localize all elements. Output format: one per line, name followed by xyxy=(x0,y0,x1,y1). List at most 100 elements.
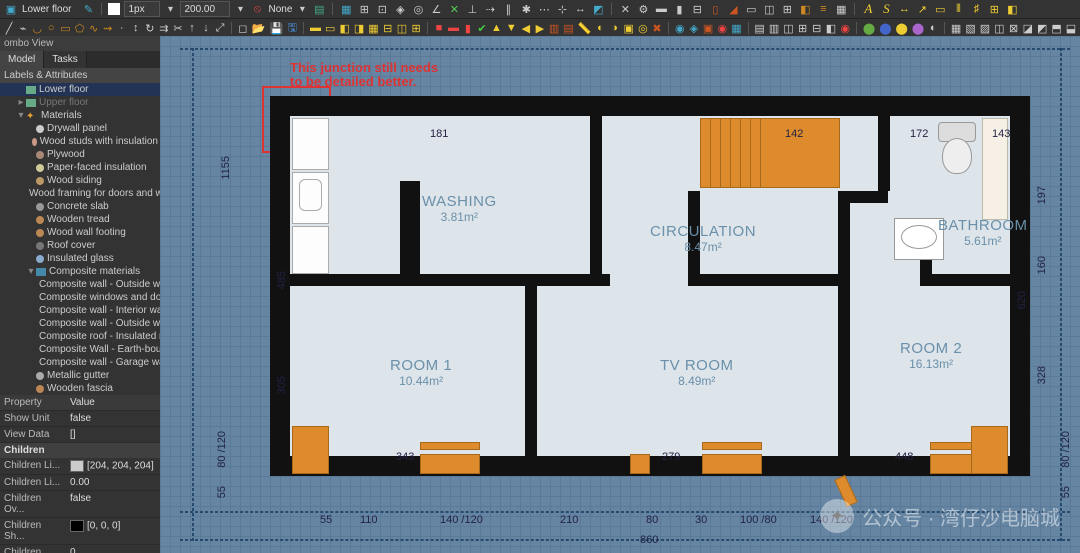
tree-item[interactable]: Composite wall - Outside wall xyxy=(0,317,160,330)
btn-icon[interactable]: ▶ xyxy=(535,21,545,35)
snap-spec-icon[interactable]: ✱ xyxy=(519,2,533,16)
btn-icon[interactable]: ◫ xyxy=(397,21,407,35)
upgrade-icon[interactable]: ↑ xyxy=(187,21,197,35)
fill-swatch[interactable] xyxy=(108,3,120,15)
tree-item[interactable]: Wood studs with insulation xyxy=(0,135,160,148)
label-icon[interactable]: ▭ xyxy=(933,2,947,16)
btn-icon[interactable]: ◫ xyxy=(783,21,793,35)
edit-icon[interactable]: ✎ xyxy=(81,2,95,16)
leader-icon[interactable]: ↗ xyxy=(915,2,929,16)
bspline-icon[interactable]: ∿ xyxy=(89,21,99,35)
snap-ext-icon[interactable]: ⇢ xyxy=(483,2,497,16)
chart-icon[interactable]: ▥ xyxy=(549,21,559,35)
line-icon[interactable]: ╱ xyxy=(4,21,14,35)
btn-icon[interactable]: ▬ xyxy=(448,21,459,35)
btn-icon[interactable]: ▧ xyxy=(965,21,975,35)
btn-icon[interactable]: ⬒ xyxy=(1051,21,1061,35)
downgrade-icon[interactable]: ↓ xyxy=(201,21,211,35)
panel-icon[interactable]: ◫ xyxy=(762,2,776,16)
tree-item[interactable]: ▾Composite materials xyxy=(0,265,160,278)
snap-perp-icon[interactable]: ⊥ xyxy=(465,2,479,16)
btn-icon[interactable]: ▼ xyxy=(506,21,517,35)
btn-icon[interactable]: ▣ xyxy=(703,21,713,35)
tree-item[interactable]: Plywood xyxy=(0,148,160,161)
btn-icon[interactable]: ✔ xyxy=(477,21,487,35)
btn-icon[interactable]: ▤ xyxy=(754,21,764,35)
btn-icon[interactable]: ▦ xyxy=(368,21,378,35)
btn-icon[interactable]: ◉ xyxy=(675,21,685,35)
tree-item[interactable]: Composite wall - Interior wall xyxy=(0,304,160,317)
tab-model[interactable]: Model xyxy=(0,51,44,68)
btn-icon[interactable]: ▮ xyxy=(463,21,473,35)
tree-item[interactable]: Metallic gutter xyxy=(0,369,160,382)
roof-icon[interactable]: ◢ xyxy=(726,2,740,16)
grid-icon[interactable]: ▦ xyxy=(339,2,353,16)
property-row[interactable]: View Data[] xyxy=(0,427,160,443)
btn-icon[interactable]: ⊞ xyxy=(411,21,421,35)
btn-icon[interactable]: ⬓ xyxy=(1066,21,1076,35)
axis-icon[interactable]: ♯ xyxy=(969,2,983,16)
rotate-icon[interactable]: ↻ xyxy=(145,21,155,35)
tree-item[interactable]: ▸Upper floor xyxy=(0,96,160,109)
snap-center-icon[interactable]: ◎ xyxy=(411,2,425,16)
section-icon[interactable]: ◧ xyxy=(1005,2,1019,16)
move-icon[interactable]: ↕ xyxy=(131,21,141,35)
frame-icon[interactable]: ⊞ xyxy=(780,2,794,16)
property-row[interactable]: Children Li...0.00 xyxy=(0,475,160,491)
tree-item[interactable]: Roof cover xyxy=(0,239,160,252)
snap-ortho-icon[interactable]: ⊹ xyxy=(555,2,569,16)
poly-icon[interactable]: ⬠ xyxy=(75,21,85,35)
equip-icon[interactable]: ▦ xyxy=(834,2,848,16)
btn-icon[interactable]: ⊠ xyxy=(1009,21,1019,35)
btn-icon[interactable]: ▣ xyxy=(624,21,634,35)
tree-item[interactable]: Drywall panel xyxy=(0,122,160,135)
btn-icon[interactable]: ◑ xyxy=(609,21,619,35)
btn-icon[interactable]: ◪ xyxy=(1023,21,1033,35)
btn-icon[interactable]: ⬤ xyxy=(863,21,875,35)
tree-item[interactable]: ▾✦Materials xyxy=(0,109,160,122)
btn-icon[interactable]: ▨ xyxy=(980,21,990,35)
spin-icon[interactable]: ▾ xyxy=(164,3,176,15)
btn-icon[interactable]: ◨ xyxy=(354,21,364,35)
tree-item[interactable]: Wooden tread xyxy=(0,213,160,226)
circle-icon[interactable]: ○ xyxy=(46,21,56,35)
btn-icon[interactable]: ✖ xyxy=(652,21,662,35)
snap-wp-icon[interactable]: ◩ xyxy=(591,2,605,16)
btn-icon[interactable]: ▥ xyxy=(769,21,779,35)
tree-item[interactable]: Composite roof - Insulated roo xyxy=(0,330,160,343)
btn-icon[interactable]: ▲ xyxy=(491,21,502,35)
btn-icon[interactable]: ▬ xyxy=(310,21,321,35)
drawing-canvas[interactable]: This junction still needsto be detailed … xyxy=(160,36,1080,553)
wrench-icon[interactable]: ✕ xyxy=(618,2,632,16)
chart-icon[interactable]: ▤ xyxy=(563,21,573,35)
tree-item[interactable]: Wood wall footing xyxy=(0,226,160,239)
scale-icon[interactable]: ⤢ xyxy=(215,21,225,35)
layers-icon[interactable]: ▤ xyxy=(312,2,326,16)
tree-item[interactable]: Composite wall - Outside wall xyxy=(0,278,160,291)
hatch-icon[interactable]: ⫴ xyxy=(951,2,965,16)
trimex-icon[interactable]: ✂ xyxy=(173,21,183,35)
wire-icon[interactable]: ⌁ xyxy=(18,21,28,35)
bezier-icon[interactable]: ⇝ xyxy=(103,21,113,35)
property-row[interactable]: Children Ov...false xyxy=(0,491,160,518)
tree-item[interactable]: Lower floor xyxy=(0,83,160,96)
btn-icon[interactable]: ◀ xyxy=(521,21,531,35)
btn-icon[interactable]: ◧ xyxy=(826,21,836,35)
btn-icon[interactable]: ◎ xyxy=(638,21,648,35)
saveas-icon[interactable]: 🖫 xyxy=(287,21,297,35)
spin-icon[interactable]: ▾ xyxy=(234,3,246,15)
property-row[interactable]: Children Tra...0 xyxy=(0,545,160,553)
none-fill-icon[interactable]: ⦸ xyxy=(250,2,264,16)
new-icon[interactable]: ◻ xyxy=(238,21,248,35)
btn-icon[interactable]: ▦ xyxy=(951,21,961,35)
property-row[interactable]: Show Unitfalse xyxy=(0,411,160,427)
grid2-icon[interactable]: ⊞ xyxy=(987,2,1001,16)
save-icon[interactable]: 💾 xyxy=(270,21,284,35)
property-row[interactable]: Children Sh...[0, 0, 0] xyxy=(0,518,160,545)
snap-int-icon[interactable]: ✕ xyxy=(447,2,461,16)
snap-end-icon[interactable]: ⊡ xyxy=(375,2,389,16)
tree-item[interactable]: Wood framing for doors and wind xyxy=(0,187,160,200)
property-row[interactable]: Children Li...[204, 204, 204] xyxy=(0,458,160,475)
space-icon[interactable]: ◧ xyxy=(798,2,812,16)
dim-icon[interactable]: ↔ xyxy=(897,2,911,16)
